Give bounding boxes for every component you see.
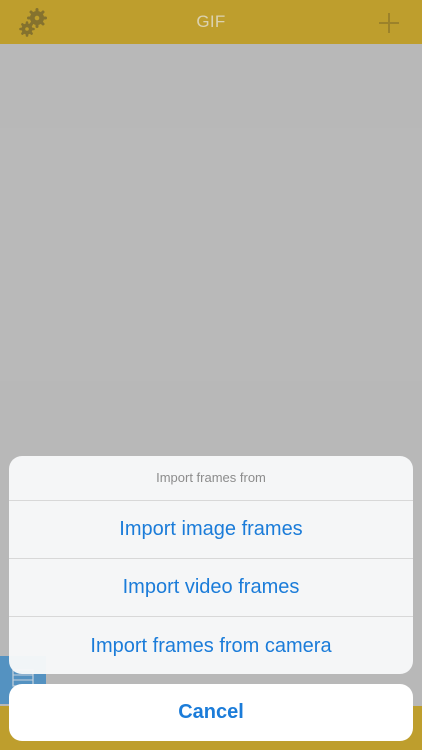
import-video-frames-button[interactable]: Import video frames: [9, 559, 413, 617]
app-screen: GIF Import frames from Import image fram…: [0, 0, 422, 750]
action-sheet-title: Import frames from: [9, 456, 413, 501]
import-action-sheet: Import frames from Import image frames I…: [9, 456, 413, 674]
import-image-frames-button[interactable]: Import image frames: [9, 501, 413, 559]
cancel-button[interactable]: Cancel: [9, 684, 413, 741]
import-camera-frames-button[interactable]: Import frames from camera: [9, 617, 413, 674]
